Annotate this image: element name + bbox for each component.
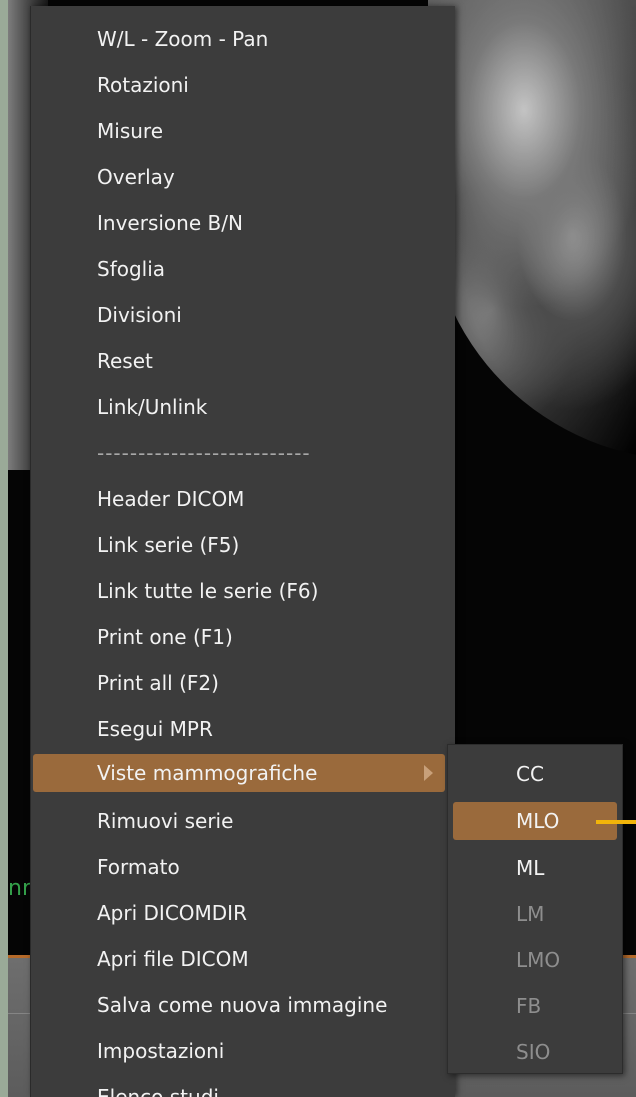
menu-item-viste-mammografiche-label: Viste mammografiche [97, 761, 318, 785]
submenu-item-sio: SIO [516, 1040, 551, 1064]
menu-item-apri-dicomdir[interactable]: Apri DICOMDIR [31, 894, 455, 932]
menu-item-print-all[interactable]: Print all (F2) [31, 664, 455, 702]
menu-item-wl-zoom-pan[interactable]: W/L - Zoom - Pan [31, 20, 455, 58]
submenu-item-lm: LM [516, 902, 545, 926]
submenu-item-mlo[interactable]: MLO [453, 802, 617, 840]
menu-item-impostazioni[interactable]: Impostazioni [31, 1032, 455, 1070]
menu-item-link-unlink[interactable]: Link/Unlink [31, 388, 455, 426]
menu-separator: -------------------------- [97, 441, 311, 465]
submenu-item-cc[interactable]: CC [448, 755, 622, 793]
callout-pointer-line [596, 820, 636, 824]
submenu-item-fb: FB [516, 994, 542, 1018]
context-menu: W/L - Zoom - Pan Rotazioni Misure Overla… [30, 6, 455, 1097]
menu-item-link-serie[interactable]: Link serie (F5) [31, 526, 455, 564]
menu-item-sfoglia[interactable]: Sfoglia [31, 250, 455, 288]
submenu-arrow-icon [424, 765, 433, 781]
menu-item-header-dicom[interactable]: Header DICOM [31, 480, 455, 518]
menu-item-apri-file-dicom[interactable]: Apri file DICOM [31, 940, 455, 978]
menu-item-formato[interactable]: Formato [31, 848, 455, 886]
menu-item-print-one[interactable]: Print one (F1) [31, 618, 455, 656]
menu-item-rimuovi-serie[interactable]: Rimuovi serie [31, 802, 455, 840]
menu-item-esegui-mpr[interactable]: Esegui MPR [31, 710, 455, 748]
viewer-overlay-text: nr [8, 876, 31, 901]
menu-item-misure[interactable]: Misure [31, 112, 455, 150]
menu-item-viste-mammografiche[interactable]: Viste mammografiche [33, 754, 445, 792]
menu-item-divisioni[interactable]: Divisioni [31, 296, 455, 334]
menu-item-elenco-studi[interactable]: Elenco studi [31, 1078, 455, 1097]
menu-item-rotazioni[interactable]: Rotazioni [31, 66, 455, 104]
mammogram-image [428, 0, 636, 460]
submenu-viste-mammografiche: CC MLO ML LM LMO FB SIO [447, 744, 623, 1074]
menu-item-reset[interactable]: Reset [31, 342, 455, 380]
menu-item-salva-nuova-immagine[interactable]: Salva come nuova immagine [31, 986, 455, 1024]
submenu-item-lmo: LMO [516, 948, 561, 972]
menu-item-link-tutte-serie[interactable]: Link tutte le serie (F6) [31, 572, 455, 610]
menu-item-overlay[interactable]: Overlay [31, 158, 455, 196]
submenu-item-ml[interactable]: ML [448, 849, 622, 887]
menu-item-inversione[interactable]: Inversione B/N [31, 204, 455, 242]
